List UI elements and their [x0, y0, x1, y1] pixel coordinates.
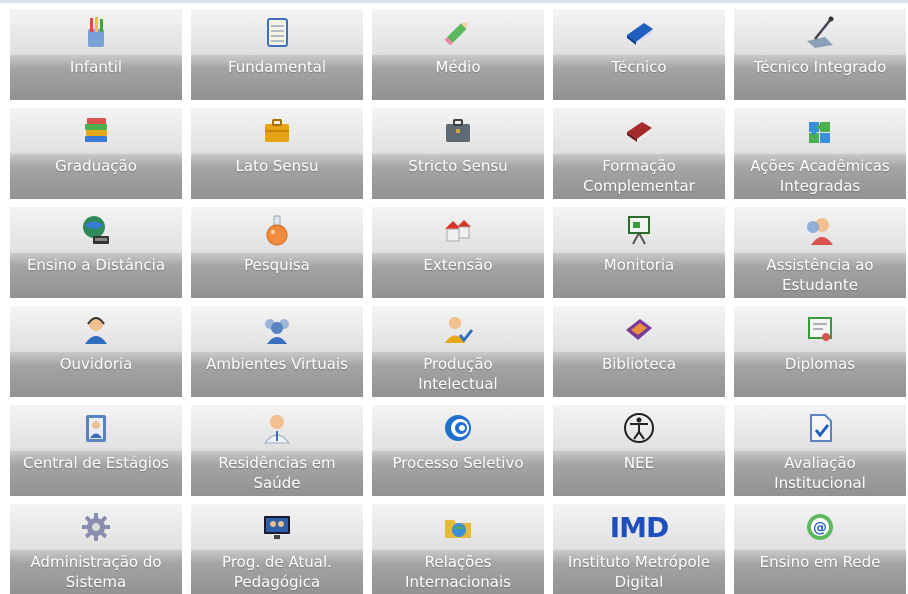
tile-label: Graduação	[55, 157, 137, 175]
pencil-cup-icon	[10, 9, 182, 55]
spiral-logo-icon	[372, 405, 544, 451]
module-tile[interactable]: Processo Seletivo	[372, 405, 544, 496]
module-tile[interactable]: Lato Sensu	[191, 108, 363, 199]
monitor-people-icon	[191, 504, 363, 550]
tile-label: Extensão	[423, 256, 493, 274]
module-tile[interactable]: Monitoria	[553, 207, 725, 298]
module-tile[interactable]: Graduação	[10, 108, 182, 199]
folder-globe-icon	[372, 504, 544, 550]
accessibility-icon	[553, 405, 725, 451]
book-stack-icon	[10, 108, 182, 154]
module-tile[interactable]: Ouvidoria	[10, 306, 182, 397]
tile-label: Ambientes Virtuais	[206, 355, 348, 373]
gear-icon	[10, 504, 182, 550]
blue-book-icon	[553, 9, 725, 55]
tile-label: Monitoria	[603, 256, 675, 274]
tile-label: Ensino em Rede	[759, 553, 881, 571]
tile-label: Residências em Saúde	[218, 454, 336, 492]
tile-label: Técnico Integrado	[753, 58, 887, 76]
person-support-icon	[734, 207, 906, 253]
at-globe-icon: @	[734, 504, 906, 550]
module-tile[interactable]: Pesquisa	[191, 207, 363, 298]
green-pencil-icon	[372, 9, 544, 55]
module-tile[interactable]: @ Ensino em Rede	[734, 504, 906, 594]
top-border	[0, 0, 908, 3]
tile-label: Relações Internacionais	[405, 553, 511, 591]
module-tile[interactable]: Administração do Sistema	[10, 504, 182, 594]
tile-label: Central de Estágios	[23, 454, 169, 472]
people-group-icon	[191, 306, 363, 352]
tile-label: Stricto Sensu	[408, 157, 508, 175]
tile-label: Biblioteca	[601, 355, 677, 373]
headset-person-icon	[10, 306, 182, 352]
tile-label: Formação Complementar	[583, 157, 695, 195]
doctor-icon	[191, 405, 363, 451]
yellow-briefcase-icon	[191, 108, 363, 154]
module-tile[interactable]: Stricto Sensu	[372, 108, 544, 199]
svg-text:@: @	[813, 520, 827, 536]
puzzle-icon	[734, 108, 906, 154]
module-tile[interactable]: Infantil	[10, 9, 182, 100]
module-tile[interactable]: Residências em Saúde	[191, 405, 363, 496]
tile-label: NEE	[623, 454, 655, 472]
module-tile[interactable]: Central de Estágios	[10, 405, 182, 496]
module-tile[interactable]: Extensão	[372, 207, 544, 298]
tile-label: Lato Sensu	[235, 157, 319, 175]
module-tile[interactable]: Assistência ao Estudante	[734, 207, 906, 298]
imd-logo-text: IMD	[609, 510, 670, 544]
notepad-icon	[191, 9, 363, 55]
imd-logo-icon: IMD	[553, 504, 725, 550]
tile-label: Ouvidoria	[59, 355, 133, 373]
drawing-board-icon	[734, 9, 906, 55]
contact-book-icon	[10, 405, 182, 451]
module-tile[interactable]: Médio	[372, 9, 544, 100]
tile-label: Administração do Sistema	[30, 553, 162, 591]
module-tile[interactable]: IMD Instituto Metrópole Digital	[553, 504, 725, 594]
tile-label: Assistência ao Estudante	[766, 256, 874, 294]
person-check-icon	[372, 306, 544, 352]
module-tile[interactable]: Prog. de Atual. Pedagógica	[191, 504, 363, 594]
module-tile[interactable]: Formação Complementar	[553, 108, 725, 199]
certificate-icon	[734, 306, 906, 352]
module-tile[interactable]: Ações Acadêmicas Integradas	[734, 108, 906, 199]
purple-book-icon	[553, 306, 725, 352]
globe-computer-icon	[10, 207, 182, 253]
tile-label: Processo Seletivo	[392, 454, 524, 472]
tile-label: Médio	[435, 58, 481, 76]
module-tile[interactable]: Fundamental	[191, 9, 363, 100]
module-tile[interactable]: NEE	[553, 405, 725, 496]
tile-label: Avaliação Institucional	[774, 454, 866, 492]
module-tile[interactable]: Produção Intelectual	[372, 306, 544, 397]
tile-label: Fundamental	[227, 58, 327, 76]
module-tile[interactable]: Ensino a Distância	[10, 207, 182, 298]
tile-label: Ações Acadêmicas Integradas	[750, 157, 890, 195]
module-grid: Infantil Fundamental Médio Técnico Técnico I…	[10, 9, 906, 594]
tile-label: Ensino a Distância	[26, 256, 166, 274]
presentation-board-icon	[553, 207, 725, 253]
tile-label: Técnico	[611, 58, 667, 76]
gray-briefcase-icon	[372, 108, 544, 154]
tile-label: Infantil	[69, 58, 123, 76]
tile-label: Produção Intelectual	[418, 355, 498, 393]
module-tile[interactable]: Ambientes Virtuais	[191, 306, 363, 397]
module-tile[interactable]: Avaliação Institucional	[734, 405, 906, 496]
tile-label: Pesquisa	[244, 256, 310, 274]
houses-icon	[372, 207, 544, 253]
module-tile[interactable]: Técnico	[553, 9, 725, 100]
tile-label: Instituto Metrópole Digital	[567, 553, 711, 591]
tile-label: Diplomas	[784, 355, 856, 373]
document-check-icon	[734, 405, 906, 451]
module-tile[interactable]: Técnico Integrado	[734, 9, 906, 100]
module-tile[interactable]: Diplomas	[734, 306, 906, 397]
module-tile[interactable]: Relações Internacionais	[372, 504, 544, 594]
red-book-icon	[553, 108, 725, 154]
flask-icon	[191, 207, 363, 253]
tile-label: Prog. de Atual. Pedagógica	[222, 553, 332, 591]
module-tile[interactable]: Biblioteca	[553, 306, 725, 397]
